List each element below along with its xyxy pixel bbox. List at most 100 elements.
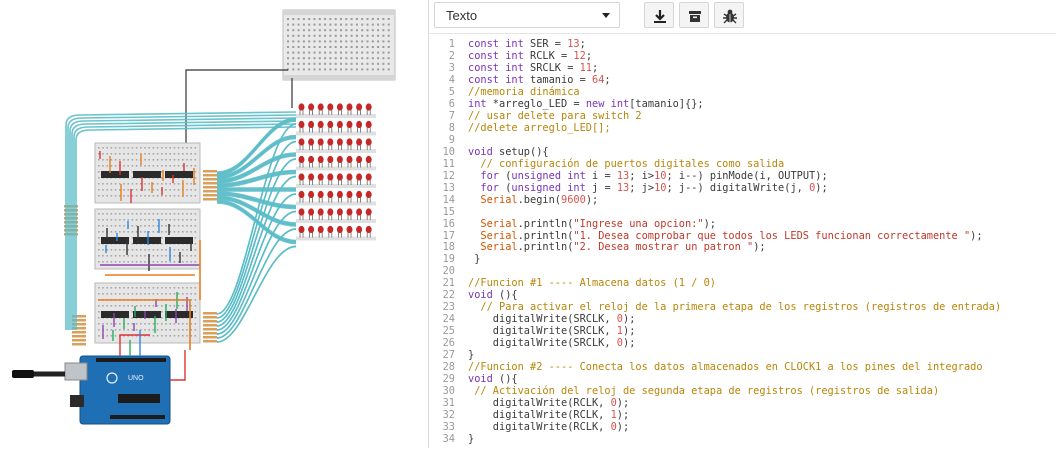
led bbox=[298, 138, 305, 146]
code-text: void (){ bbox=[468, 289, 518, 302]
header-pins bbox=[110, 415, 165, 419]
led bbox=[308, 190, 315, 199]
led bbox=[327, 190, 334, 199]
code-line[interactable]: 5 //memoria dinámica bbox=[429, 86, 1056, 98]
code-line[interactable]: 17 Serial.println("1. Desea comprobar qu… bbox=[429, 230, 1056, 242]
circuit-canvas[interactable]: UNO bbox=[0, 0, 428, 448]
code-line[interactable]: 7 // usar delete para switch 2 bbox=[429, 110, 1056, 122]
code-line[interactable]: 9 bbox=[429, 134, 1056, 146]
resistor bbox=[72, 343, 86, 346]
code-line[interactable]: 34} bbox=[429, 433, 1056, 445]
resistor bbox=[203, 182, 217, 185]
code-line[interactable]: 3 const int SRCLK = 11; bbox=[429, 62, 1056, 74]
led bbox=[308, 103, 315, 111]
led bbox=[298, 225, 305, 234]
code-line[interactable]: 1 const int SER = 13; bbox=[429, 38, 1056, 50]
code-line[interactable]: 6 int *arreglo_LED = new int[tamanio]{}; bbox=[429, 98, 1056, 110]
code-line[interactable]: 23 // Para activar el reloj de la primer… bbox=[429, 301, 1056, 313]
led bbox=[365, 173, 372, 181]
shift-register-chip bbox=[165, 171, 193, 178]
code-line[interactable]: 28 //Funcion #2 ---- Conecta los datos al… bbox=[429, 361, 1056, 373]
code-line[interactable]: 24 digitalWrite(SRCLK, 0); bbox=[429, 313, 1056, 325]
led bbox=[356, 138, 363, 146]
code-line[interactable]: 21 //Funcion #1 ---- Almacena datos (1 / … bbox=[429, 277, 1056, 289]
code-line[interactable]: 8 //delete arreglo_LED[]; bbox=[429, 122, 1056, 134]
code-area[interactable]: 1 const int SER = 13; 2 const int RCLK = 12… bbox=[429, 33, 1056, 449]
line-number: 8 bbox=[448, 121, 455, 134]
line-number: 10 bbox=[442, 145, 455, 158]
code-line[interactable]: 11 // configuración de puertos digitales… bbox=[429, 158, 1056, 170]
led bbox=[365, 155, 372, 164]
shift-register-chip bbox=[133, 311, 161, 318]
line-number: 15 bbox=[442, 205, 455, 218]
code-line[interactable]: 30 // Activación del reloj de segunda et… bbox=[429, 385, 1056, 397]
code-line[interactable]: 31 digitalWrite(RCLK, 0); bbox=[429, 397, 1056, 409]
line-number: 7 bbox=[448, 109, 455, 122]
code-text: digitalWrite(SRCLK, 0); bbox=[468, 337, 636, 350]
line-number: 30 bbox=[442, 385, 455, 398]
code-text: const int RCLK = 12; bbox=[468, 49, 593, 62]
code-text: //Funcion #1 ---- Almacena datos (1 / 0) bbox=[468, 277, 716, 290]
shift-register-chip bbox=[165, 237, 193, 244]
led bbox=[317, 120, 324, 129]
shift-register-chip bbox=[133, 171, 161, 178]
bug-icon bbox=[723, 9, 737, 24]
code-line[interactable]: 22 void (){ bbox=[429, 289, 1056, 301]
resistor bbox=[203, 312, 217, 315]
code-line[interactable]: 15 bbox=[429, 206, 1056, 218]
code-line[interactable]: 33 digitalWrite(RCLK, 0); bbox=[429, 421, 1056, 433]
code-line[interactable]: 20 bbox=[429, 265, 1056, 277]
arduino-board bbox=[79, 355, 171, 425]
line-number: 6 bbox=[448, 97, 455, 110]
code-text: for (unsigned int j = 13; j>10; j--) dig… bbox=[480, 181, 828, 194]
line-number: 22 bbox=[442, 289, 455, 302]
led bbox=[317, 103, 324, 111]
code-line[interactable]: 26 digitalWrite(SRCLK, 0); bbox=[429, 337, 1056, 349]
led-row-strip bbox=[296, 184, 376, 188]
led bbox=[336, 208, 343, 216]
code-text: Serial.println("2. Desea mostrar un patr… bbox=[480, 241, 766, 254]
debugger-button[interactable] bbox=[714, 2, 744, 28]
line-number: 13 bbox=[442, 181, 455, 194]
led-row-strip bbox=[296, 166, 376, 171]
led bbox=[327, 173, 334, 181]
led bbox=[336, 225, 343, 234]
resistor bbox=[203, 316, 217, 319]
led bbox=[327, 225, 334, 234]
code-line[interactable]: 14 Serial.begin(9600); bbox=[429, 194, 1056, 206]
library-box-icon bbox=[689, 11, 701, 22]
line-number: 17 bbox=[442, 229, 455, 242]
code-mode-dropdown[interactable]: Texto bbox=[434, 2, 620, 28]
line-number: 21 bbox=[442, 277, 455, 290]
code-line[interactable]: 16 Serial.println("Ingrese una opcion:")… bbox=[429, 218, 1056, 230]
code-line[interactable]: 19 } bbox=[429, 253, 1056, 265]
code-line[interactable]: 4 const int tamanio = 64; bbox=[429, 74, 1056, 86]
code-line[interactable]: 13 for (unsigned int j = 13; j>10; j--) … bbox=[429, 182, 1056, 194]
led bbox=[346, 173, 353, 181]
code-line[interactable]: 27} bbox=[429, 349, 1056, 361]
code-text: Serial.println("Ingrese una opcion:"); bbox=[480, 217, 716, 230]
led bbox=[317, 173, 324, 181]
code-text: Serial.println("1. Desea comprobar que t… bbox=[480, 229, 983, 242]
line-number: 29 bbox=[442, 373, 455, 386]
code-text: digitalWrite(SRCLK, 1); bbox=[468, 325, 636, 338]
arduino-model-label: UNO bbox=[128, 375, 144, 382]
code-line[interactable]: 25 digitalWrite(SRCLK, 1); bbox=[429, 325, 1056, 337]
led bbox=[327, 155, 334, 164]
code-line[interactable]: 10 void setup(){ bbox=[429, 146, 1056, 158]
code-line[interactable]: 18 Serial.println("2. Desea mostrar un p… bbox=[429, 241, 1056, 253]
download-button[interactable] bbox=[644, 2, 674, 28]
led bbox=[336, 190, 343, 199]
resistor bbox=[72, 335, 86, 338]
libraries-button[interactable] bbox=[679, 2, 709, 28]
led bbox=[298, 190, 305, 199]
code-line[interactable]: 12 for (unsigned int i = 13; i>10; i--) … bbox=[429, 170, 1056, 182]
shift-register-chip bbox=[101, 311, 129, 318]
code-mode-label: Texto bbox=[446, 8, 478, 23]
code-line[interactable]: 32 digitalWrite(RCLK, 1); bbox=[429, 409, 1056, 421]
line-number: 34 bbox=[442, 433, 455, 445]
code-line[interactable]: 2 const int RCLK = 12; bbox=[429, 50, 1056, 62]
code-line[interactable]: 29 void (){ bbox=[429, 373, 1056, 385]
led bbox=[346, 103, 353, 111]
line-number: 27 bbox=[442, 349, 455, 362]
